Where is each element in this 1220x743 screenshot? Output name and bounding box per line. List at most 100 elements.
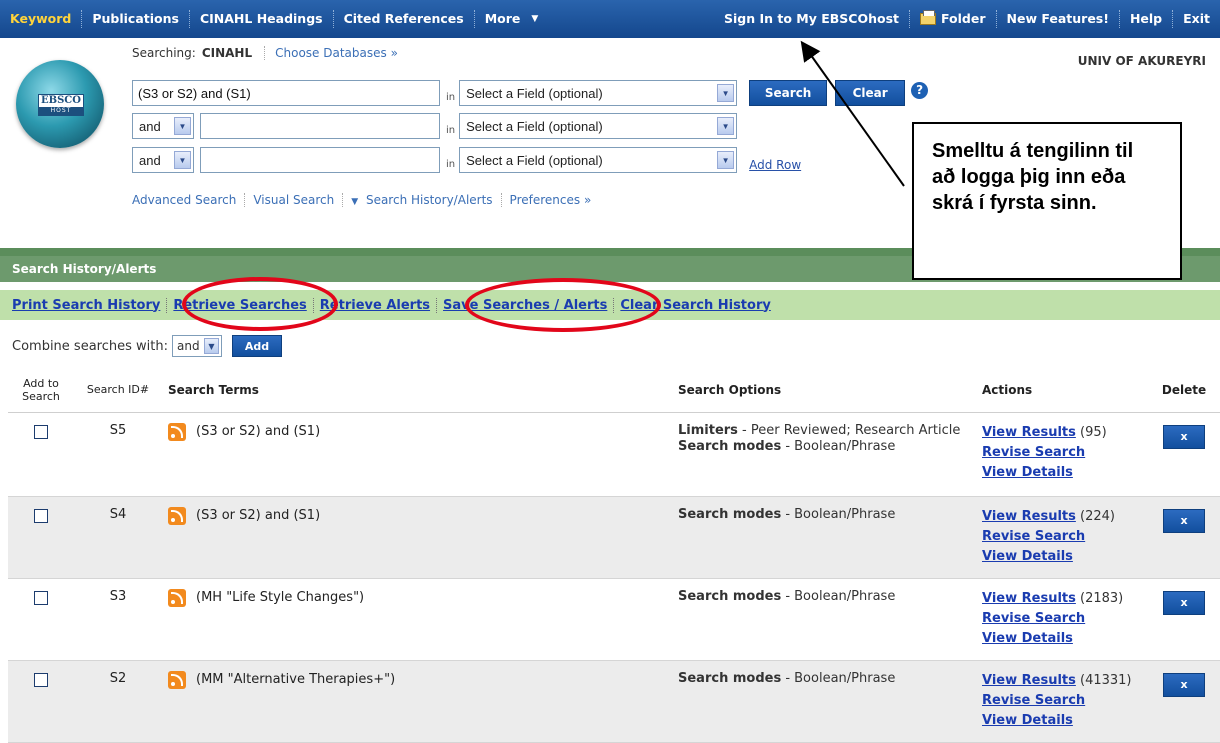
search-input-1[interactable] [132,80,440,106]
folder-link[interactable]: Folder [910,10,997,28]
rss-icon[interactable] [168,670,186,689]
combine-select[interactable]: and ▼ [171,335,222,357]
search-history-table: Add to Search Search ID# Search Terms Se… [8,368,1220,743]
view-results-link[interactable]: View Results [982,507,1076,527]
table-row: S4 (S3 or S2) and (S1) Search modes - Bo… [8,496,1220,579]
help-icon[interactable]: ? [911,81,929,99]
field-select-2[interactable]: Select a Field (optional) ▼ [459,113,738,139]
search-history-toggle-label: Search History/Alerts [365,193,493,207]
new-features-link[interactable]: New Features! [997,10,1120,28]
boolean-select-value: and [139,152,161,168]
column-header-delete: Delete [1148,368,1220,413]
exit-link[interactable]: Exit [1173,10,1220,28]
view-details-link[interactable]: View Details [982,711,1073,731]
delete-button[interactable]: x [1163,508,1205,533]
nav-publications[interactable]: Publications [82,10,190,28]
search-input-3[interactable] [200,147,440,173]
view-details-link[interactable]: View Details [982,463,1073,483]
advanced-search-link[interactable]: Advanced Search [132,193,246,207]
top-nav-left: Keyword Publications CINAHL Headings Cit… [0,0,548,38]
add-to-search-checkbox[interactable] [34,672,48,687]
print-search-history-link[interactable]: Print Search History [12,297,168,313]
revise-search-link[interactable]: Revise Search [982,443,1085,463]
table-header-row: Add to Search Search ID# Search Terms Se… [8,368,1220,413]
nav-more-label: More [484,11,521,26]
in-label: in [446,124,456,136]
add-to-search-checkbox[interactable] [34,590,48,605]
dropdown-arrow-icon: ▼ [717,84,735,102]
view-details-link[interactable]: View Details [982,547,1073,567]
rss-icon[interactable] [168,422,186,441]
in-label: in [446,158,456,170]
view-results-link[interactable]: View Results [982,423,1076,443]
search-modes-value: - Boolean/Phrase [781,438,896,454]
revise-search-link[interactable]: Revise Search [982,691,1085,711]
search-row-3: and ▼ in Select a Field (optional) ▼ Add… [132,147,801,173]
highlight-ellipse-retrieve-searches [182,277,338,331]
add-row-link[interactable]: Add Row [749,158,801,172]
institution-name: UNIV OF AKUREYRI [1077,54,1206,68]
dropdown-arrow-icon: ▼ [717,117,735,135]
dropdown-arrow-icon: ▼ [717,151,735,169]
search-modes-label: Search modes [678,506,782,522]
rss-icon[interactable] [168,506,186,525]
clear-button[interactable]: Clear [835,80,906,106]
combine-searches: Combine searches with: and ▼ Add [12,335,282,357]
search-modes-value: - Boolean/Phrase [781,670,896,686]
column-header-options: Search Options [672,368,976,413]
boolean-select-3[interactable]: and ▼ [132,147,194,173]
dropdown-arrow-icon: ▼ [174,117,191,135]
add-to-search-checkbox[interactable] [34,508,48,523]
search-options-links: Advanced Search Visual Search ▼ Search H… [132,193,599,207]
field-select-3[interactable]: Select a Field (optional) ▼ [459,147,738,173]
nav-more[interactable]: More ▼ [475,10,549,28]
sign-in-link[interactable]: Sign In to My EBSCOhost [714,10,910,28]
field-select-value: Select a Field (optional) [466,118,603,134]
preferences-link[interactable]: Preferences » [502,193,600,207]
top-nav-right: Sign In to My EBSCOhost Folder New Featu… [714,0,1220,38]
search-terms: (MM "Alternative Therapies+") [196,671,396,687]
combine-select-value: and [176,339,200,353]
in-label: in [446,91,456,103]
search-button[interactable]: Search [749,80,828,106]
search-row-1: in Select a Field (optional) ▼ Search Cl… [132,80,929,106]
column-header-id: Search ID# [74,368,162,413]
delete-button[interactable]: x [1163,672,1205,697]
rss-icon[interactable] [168,588,186,607]
column-header-terms: Search Terms [162,368,672,413]
delete-button[interactable]: x [1163,590,1205,615]
table-row: S5 (S3 or S2) and (S1) Limiters - Peer R… [8,412,1220,497]
ebscohost-logo[interactable]: EBSCO HOST [16,60,104,148]
delete-button[interactable]: x [1163,424,1205,449]
logo-subtext: HOST [39,107,83,115]
nav-keyword[interactable]: Keyword [0,10,83,28]
top-navigation-bar: Keyword Publications CINAHL Headings Cit… [0,0,1220,38]
searching-label: Searching: [132,46,196,60]
nav-cinahl-headings[interactable]: CINAHL Headings [190,10,334,28]
view-details-link[interactable]: View Details [982,629,1073,649]
view-results-link[interactable]: View Results [982,671,1076,691]
dropdown-arrow-icon: ▼ [203,338,219,354]
view-results-link[interactable]: View Results [982,589,1076,609]
choose-databases-link[interactable]: Choose Databases » [264,46,398,60]
search-modes-label: Search modes [678,588,782,604]
search-input-2[interactable] [200,113,440,139]
help-link[interactable]: Help [1120,10,1174,28]
table-row: S3 (MH "Life Style Changes") Search mode… [8,578,1220,661]
highlight-ellipse-save-searches [465,278,661,332]
add-to-search-checkbox[interactable] [34,424,48,439]
searching-line: Searching: CINAHL Choose Databases » [132,46,398,60]
search-modes-line: Search modes - Boolean/Phrase [678,507,970,523]
visual-search-link[interactable]: Visual Search [245,193,344,207]
revise-search-link[interactable]: Revise Search [982,527,1085,547]
nav-cited-references[interactable]: Cited References [334,10,475,28]
result-count: (224) [1075,508,1115,524]
add-combine-button[interactable]: Add [231,335,282,357]
field-select-1[interactable]: Select a Field (optional) ▼ [459,80,738,106]
search-history-toggle[interactable]: ▼ Search History/Alerts [343,193,502,207]
database-name: CINAHL [201,46,253,60]
folder-icon [920,10,936,25]
revise-search-link[interactable]: Revise Search [982,609,1085,629]
boolean-select-2[interactable]: and ▼ [132,113,194,139]
search-id: S4 [74,496,162,579]
